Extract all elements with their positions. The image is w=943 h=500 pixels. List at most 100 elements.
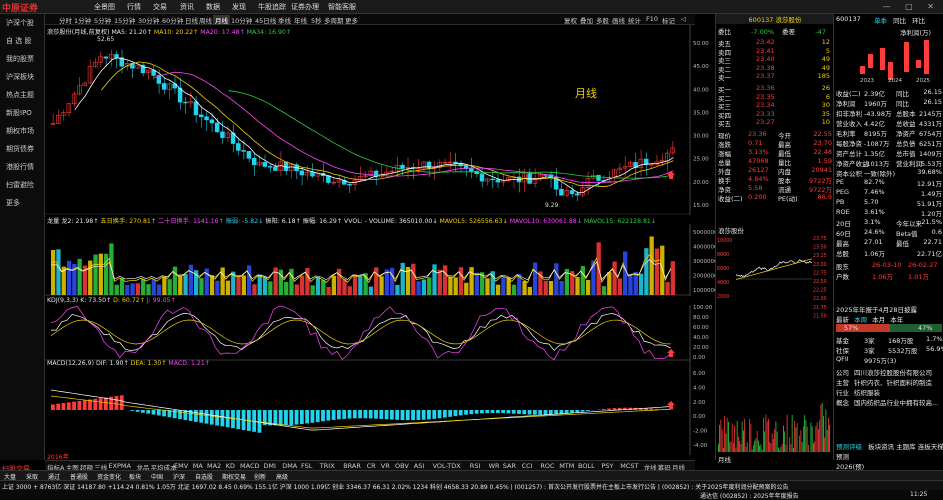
tool-f10[interactable]: F10 xyxy=(646,15,658,23)
indicator-tab[interactable]: VOL-TDX xyxy=(433,462,461,470)
indicator-tab[interactable]: MCST xyxy=(620,462,638,470)
indicator-tab[interactable]: FSL xyxy=(301,462,312,470)
period-tab[interactable]: 日线 xyxy=(185,15,198,25)
menu-ai-support[interactable]: 智能客服 xyxy=(328,2,356,12)
macd-bar xyxy=(363,410,368,419)
fin-tab[interactable]: 单季 xyxy=(874,17,887,25)
period-tab[interactable]: 1分钟 xyxy=(74,15,91,25)
indicator-tab[interactable]: BRAR xyxy=(343,462,361,470)
news-tab[interactable]: 最新 xyxy=(836,316,849,324)
period-tab[interactable]: 年线 xyxy=(294,15,307,25)
period-tab[interactable]: 5秒 xyxy=(311,15,322,25)
sidebar-item-futures[interactable]: 期货债券 xyxy=(6,144,34,154)
indicator-tab[interactable]: VR xyxy=(381,462,390,470)
stat-value: 23.36 xyxy=(748,130,767,138)
menu-overview[interactable]: 全景图 xyxy=(94,2,115,12)
sidebar-item-options[interactable]: 期权市场 xyxy=(6,126,34,136)
indicator-tab[interactable]: MA2 xyxy=(207,462,221,470)
indicator-tab[interactable]: MACD xyxy=(240,462,259,470)
macd-bar xyxy=(289,410,294,425)
intraday-mini-chart[interactable]: 100008000600040002000 23.7523.5023.2523.… xyxy=(716,232,834,326)
menu-discover[interactable]: 发现 xyxy=(232,2,246,12)
sidebar-item-risk[interactable]: 扫雷避险 xyxy=(6,180,34,190)
sidebar-item-stocks[interactable]: 沪深个股 xyxy=(6,18,34,28)
indicator-tab[interactable]: ASI xyxy=(414,462,425,470)
period-tab[interactable]: 更多 xyxy=(345,15,358,25)
sidebar-item-my-stocks[interactable]: 我的股票 xyxy=(6,54,34,64)
tool-mark[interactable]: 标记 xyxy=(662,15,675,25)
tool-overlay[interactable]: 叠加 xyxy=(580,15,593,25)
window-controls[interactable]: — □ ✕ xyxy=(883,2,940,11)
tool-multi[interactable]: 多股 xyxy=(596,15,609,25)
collapse-icon[interactable]: ◁ xyxy=(681,15,686,23)
indicator-tab[interactable]: TRIX xyxy=(320,462,335,470)
period-tab[interactable]: 周线 xyxy=(199,15,212,25)
volume-bar xyxy=(156,284,162,295)
indicator-tab[interactable]: EXPMA xyxy=(108,462,131,470)
fin-value: 3.1% xyxy=(864,218,881,226)
menu-stock-tracking[interactable]: 牛股追踪 xyxy=(258,2,286,12)
volume-bar xyxy=(411,263,416,295)
period-tab[interactable]: 30分钟 xyxy=(138,15,159,25)
tool-draw[interactable]: 画线 xyxy=(612,15,625,25)
indicator-tab[interactable]: DMA xyxy=(282,462,297,470)
period-tab[interactable]: 15分钟 xyxy=(114,15,135,25)
y-tick-label: 100.00 xyxy=(693,305,713,311)
indicator-tab[interactable]: PSY xyxy=(601,462,613,470)
sidebar-item-watchlist[interactable]: 自 选 股 xyxy=(6,36,31,46)
sidebar-item-hot-topics[interactable]: 热点主题 xyxy=(6,90,34,100)
tool-stats[interactable]: 统计 xyxy=(628,15,641,25)
fin-label: 资产总计 xyxy=(836,150,862,158)
indicator-tab[interactable]: KD xyxy=(226,462,235,470)
period-tab[interactable]: 60分钟 xyxy=(162,15,183,25)
menu-news[interactable]: 资讯 xyxy=(180,2,194,12)
period-tab[interactable]: 5分钟 xyxy=(94,15,111,25)
sidebar-item-hk[interactable]: 港股行情 xyxy=(6,162,34,172)
sidebar-item-more[interactable]: 更多 xyxy=(6,198,20,208)
indicator-tab[interactable]: CCI xyxy=(522,462,533,470)
indicator-tab[interactable]: BOLL xyxy=(578,462,595,470)
sidebar-item-ipo[interactable]: 新股IPO xyxy=(6,108,32,118)
period-tab[interactable]: 分时 xyxy=(59,15,72,25)
bid-price: 23.33 xyxy=(756,109,775,118)
indicator-tab[interactable]: MTM xyxy=(559,462,574,470)
indicator-tab[interactable]: ROC xyxy=(540,462,554,470)
y-tick-label: 0.00 xyxy=(693,414,706,420)
indicator-tab[interactable]: WR xyxy=(489,462,500,470)
kline-chart[interactable]: 50.00 45.00 40.00 35.00 30.00 25.00 20.00 15.00… xyxy=(45,25,715,215)
macd-bar xyxy=(458,410,463,416)
macd-legend-item: DIF: 1.90↑ xyxy=(95,360,129,367)
indicator-tab[interactable]: OBV xyxy=(395,462,409,470)
forecast-rating-button[interactable]: 预测评级 板块资讯 主题库 连板天梯 xyxy=(836,441,943,451)
menu-data[interactable]: 数据 xyxy=(206,2,220,12)
indicator-tab[interactable]: CR xyxy=(367,462,376,470)
tool-fuquan[interactable]: 复权 xyxy=(564,15,577,25)
volume-chart[interactable]: 5000000 4000000 3000000 2000000 1000000 xyxy=(45,224,715,296)
period-tab[interactable]: 10分钟 xyxy=(231,15,252,25)
period-tab[interactable]: 季线 xyxy=(278,15,291,25)
indicator-tab[interactable]: DMI xyxy=(263,462,276,470)
news-tab[interactable]: 本周 xyxy=(854,316,867,324)
indicator-tab[interactable]: RSI xyxy=(470,462,481,470)
sidebar-item-sectors[interactable]: 沪深板块 xyxy=(6,72,34,82)
indicator-tab[interactable]: EMV xyxy=(174,462,188,470)
indicator-tab[interactable]: SAR xyxy=(503,462,516,470)
mini-volume-bar xyxy=(718,443,719,452)
period-tab[interactable]: 45日线 xyxy=(255,15,276,25)
indicator-tab[interactable]: MA xyxy=(193,462,203,470)
news-tab[interactable]: 本月 xyxy=(872,316,885,324)
news-tab[interactable]: 本年 xyxy=(890,316,903,324)
forecast-rating-label[interactable]: 预测评级 xyxy=(836,443,862,451)
macd-bar xyxy=(114,396,119,410)
period-tab-active[interactable]: 月线 xyxy=(213,15,230,25)
mini-volume-bar xyxy=(724,416,726,452)
period-tab[interactable]: 多周期 xyxy=(324,15,344,25)
menu-securities-service[interactable]: 证券办理 xyxy=(291,2,319,12)
kdj-macd-chart[interactable]: 100.00 80.00 60.00 40.00 20.00 0.00 6.00 4.00 2… xyxy=(45,305,715,455)
more-links[interactable]: 板块资讯 主题库 连板天梯 xyxy=(868,443,943,451)
fin-tab[interactable]: 同比 xyxy=(893,17,906,25)
menu-quotes[interactable]: 行情 xyxy=(127,2,141,12)
macd-legend-item: DEA: 1.30↑ xyxy=(130,360,167,367)
fin-tab[interactable]: 环比 xyxy=(912,17,925,25)
menu-trade[interactable]: 交易 xyxy=(153,2,167,12)
